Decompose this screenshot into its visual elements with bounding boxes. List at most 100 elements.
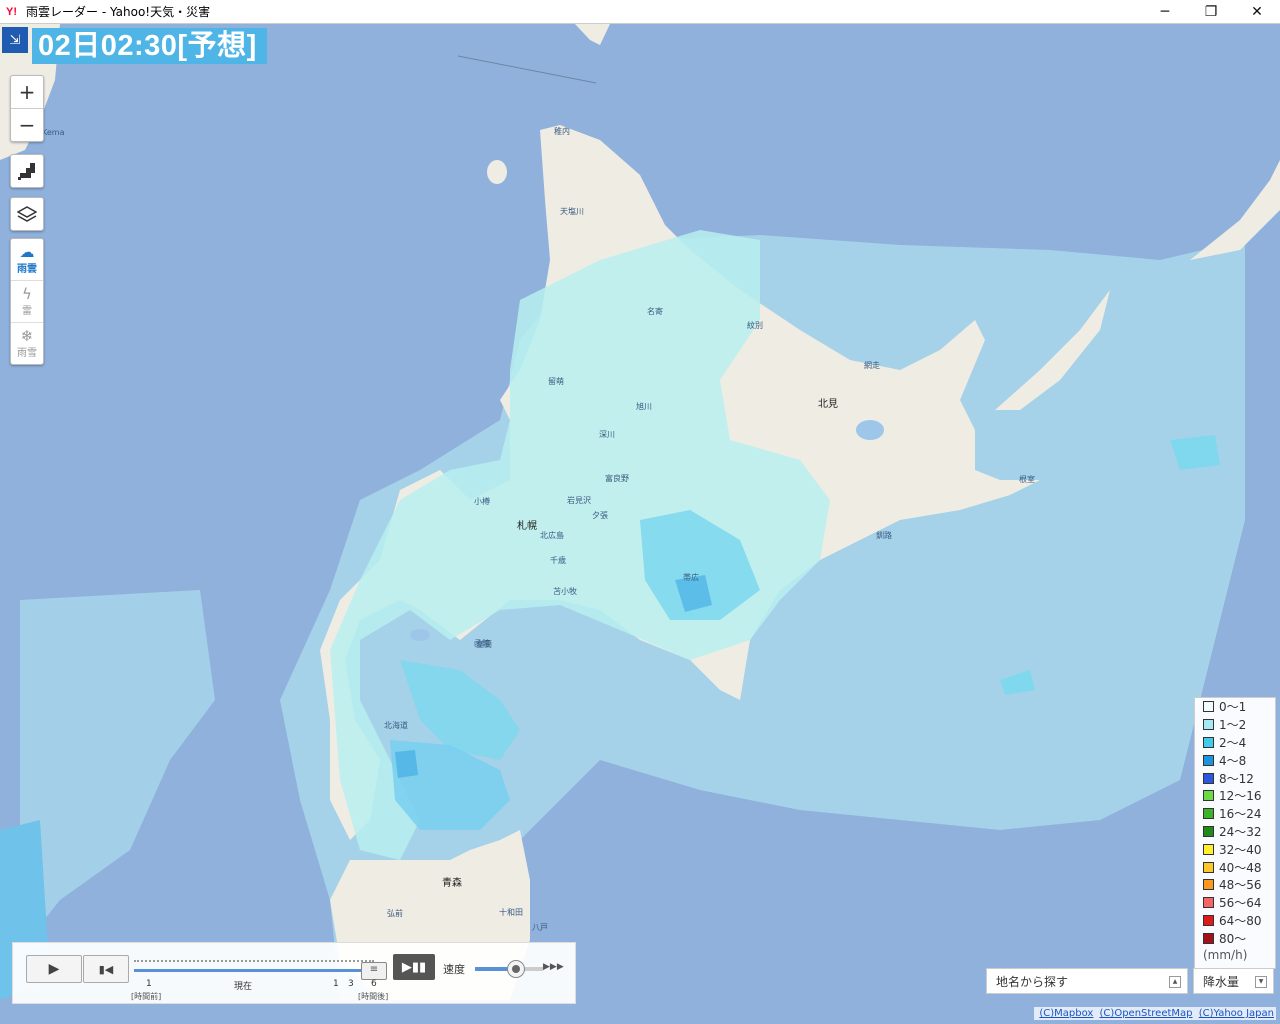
radar-map[interactable]: 稚内 名寄 留萌 旭川 北見 網走 札幌 苫小牧 帯広 釧路 根室 函館 青森 … [0,24,1280,1024]
mapbox-link[interactable]: (C)Mapbox [1039,1008,1093,1019]
layer-label: 雨雲 [17,264,37,275]
legend-label: 12〜16 [1219,789,1262,804]
legend-item: 56〜64 [1195,894,1275,912]
legend-item: 64〜80 [1195,912,1275,930]
place-label: 釧路 [876,531,892,540]
legend-label: 0〜1 [1219,700,1247,715]
place-label: 帯広 [683,573,699,582]
place-label: 天塩川 [560,207,584,216]
precipitation-select-label: 降水量 [1203,975,1240,989]
legend-label: 56〜64 [1219,896,1262,911]
place-label: 北見 [818,399,838,410]
place-search-label: 地名から探す [996,975,1069,989]
legend-item: 0〜1 [1195,698,1275,716]
hours-after-label: [時間後] [358,992,389,1001]
legend-swatch [1203,914,1214,926]
thunder-layer-button[interactable]: ϟ 雷 [11,280,43,322]
legend-item: 40〜48 [1195,858,1275,876]
place-label: 留萌 [548,377,564,386]
layers-control [10,197,44,231]
place-label: 稚内 [554,127,570,136]
legend-swatch [1203,736,1214,748]
layers-icon [17,206,37,222]
zoom-control: + − [10,75,44,142]
place-label: 北海道 [384,721,408,730]
rain-snow-layer-button[interactable]: ❄ 雨雪 [11,322,43,364]
layers-button[interactable] [11,198,43,230]
legend-label: 64〜80 [1219,913,1262,928]
precipitation-select[interactable]: 降水量 ▼ [1193,968,1274,994]
speed-fast-icon: ▶▶▶ [543,962,564,972]
place-label: 千歳 [550,556,566,565]
precipitation-legend: 0〜1 1〜2 2〜4 4〜8 8〜12 12〜16 16〜24 24〜32 32〜40 40〜4… [1194,697,1276,969]
legend-swatch [1203,808,1214,820]
place-label: Kema [42,128,65,137]
map-attribution: (C)Mapbox (C)OpenStreetMap (C)Yahoo Japa… [1034,1007,1276,1020]
legend-swatch [1203,879,1214,891]
place-label: 富良野 [605,474,629,483]
zoom-in-button[interactable]: + [11,76,43,108]
rain-cloud-layer-button[interactable]: ☁ 雨雲 [11,239,43,280]
legend-swatch [1203,825,1214,837]
legend-label: 40〜48 [1219,860,1262,875]
japan-view-control [10,154,44,188]
legend-swatch [1203,861,1214,873]
legend-swatch [1203,772,1214,784]
restore-button[interactable]: ❐ [1188,0,1234,23]
legend-label: 4〜8 [1219,753,1247,768]
layer-label: 雷 [22,306,32,317]
close-button[interactable]: ✕ [1234,0,1280,23]
legend-item: 32〜40 [1195,840,1275,858]
osm-link[interactable]: (C)OpenStreetMap [1100,1008,1193,1019]
chevron-down-icon: ▼ [1255,976,1267,988]
play-button[interactable]: ▶ [26,955,82,983]
legend-swatch [1203,932,1214,944]
zoom-out-button[interactable]: − [11,108,43,141]
place-label: 苫小牧 [553,587,577,596]
legend-item: 80〜 [1195,929,1275,947]
legend-label: 24〜32 [1219,824,1262,839]
timeline-track[interactable] [134,969,364,972]
place-label: 紋別 [747,321,763,330]
legend-item: 24〜32 [1195,823,1275,841]
radar-type-selector: ☁ 雨雲 ϟ 雷 ❄ 雨雪 [10,238,44,365]
step-forward-button[interactable]: ▶▮▮ [393,954,435,980]
collapse-button[interactable]: ⇲ [2,27,28,53]
timeline-tick: 1 [333,979,339,989]
place-label: 青森 [442,878,462,889]
forecast-time-label: 02日02:30[予想] [32,28,267,64]
legend-label: 1〜2 [1219,718,1247,733]
legend-item: 1〜2 [1195,716,1275,734]
place-label: 札幌 [517,521,537,532]
window-title: 雨雲レーダー - Yahoo!天気・災害 [26,5,211,19]
legend-label: 48〜56 [1219,878,1262,893]
place-label: 北広島 [540,531,564,540]
place-label: 室蘭 [476,640,492,649]
chevron-up-icon: ▲ [1169,976,1181,988]
timeline-tick-now: 現在 [234,982,253,992]
rain-cloud-icon: ☁ [19,243,35,261]
legend-label: 80〜 [1219,931,1247,946]
legend-item: 12〜16 [1195,787,1275,805]
japan-view-button[interactable] [11,155,43,187]
legend-unit: (mm/h) [1203,948,1248,963]
speed-slider-knob[interactable] [507,960,525,978]
timeline-thumb[interactable]: ≡ [361,962,387,980]
place-label: 弘前 [387,909,403,918]
yahoo-link[interactable]: (C)Yahoo Japan [1199,1008,1274,1019]
legend-item: 8〜12 [1195,769,1275,787]
lightning-icon: ϟ [22,285,32,303]
place-label: 夕張 [592,511,608,520]
minimize-button[interactable]: ─ [1142,0,1188,23]
place-search-toggle[interactable]: 地名から探す ▲ [986,968,1188,994]
place-label: 深川 [599,430,615,439]
legend-swatch [1203,897,1214,909]
legend-swatch [1203,754,1214,766]
legend-item: 2〜4 [1195,734,1275,752]
legend-swatch [1203,701,1214,713]
previous-frame-button[interactable]: ▮◀ [83,955,129,983]
snowflake-icon: ❄ [20,327,34,345]
place-label: 八戸 [532,923,548,932]
window-controls: ─ ❐ ✕ [1142,0,1280,23]
time-player: ▶ ▮◀ ≡ ▶▮▮ 速度 ▶▶▶ 1 現在 1 3 6 [時間前] [時間後] [12,942,576,1004]
